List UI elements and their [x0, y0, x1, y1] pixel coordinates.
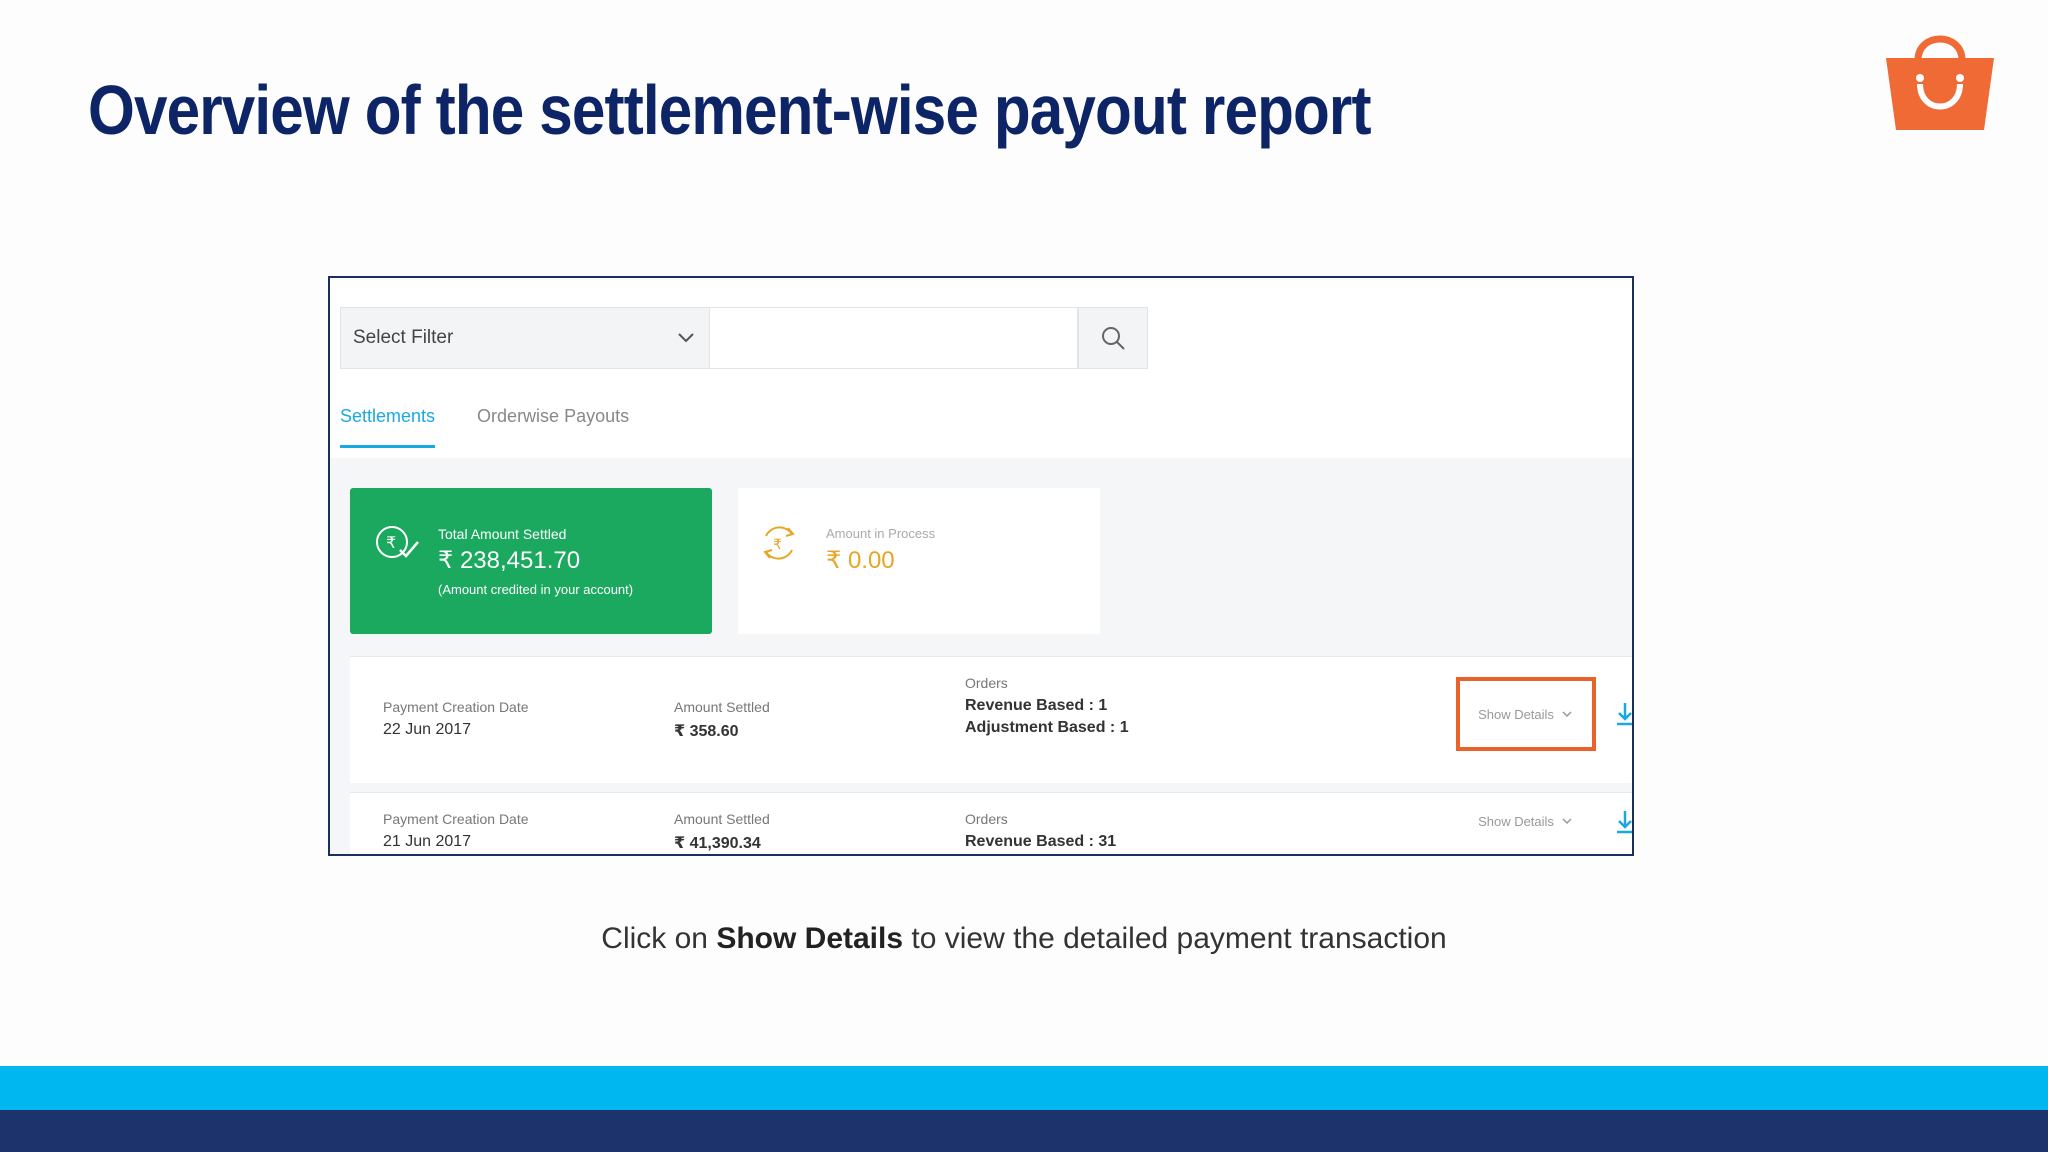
payment-date-label: Payment Creation Date — [383, 811, 529, 827]
select-filter-label: Select Filter — [353, 327, 454, 348]
amount-settled-label: Amount Settled — [674, 699, 770, 715]
payment-date-column: Payment Creation Date 21 Jun 2017 — [383, 811, 529, 851]
orders-column: Orders Revenue Based : 31 — [965, 811, 1116, 851]
orders-label: Orders — [965, 811, 1008, 827]
total-settled-label: Total Amount Settled — [438, 526, 567, 542]
amount-settled-value: ₹ 358.60 — [674, 723, 739, 740]
footer-band-dark — [0, 1110, 2048, 1152]
total-settled-note: (Amount credited in your account) — [438, 582, 634, 597]
total-settled-amount: ₹ 238,451.70 — [438, 547, 581, 574]
caption-prefix: Click on — [601, 922, 717, 955]
search-button[interactable] — [1078, 307, 1148, 369]
caption-suffix: to view the detailed payment transaction — [903, 922, 1447, 955]
orders-label: Orders — [965, 675, 1008, 691]
orders-revenue-based: Revenue Based : 1 — [965, 697, 1108, 714]
amount-settled-column: Amount Settled ₹ 358.60 — [674, 699, 770, 741]
chevron-down-icon — [1562, 818, 1572, 825]
show-details-label: Show Details — [1478, 706, 1554, 722]
show-details-label: Show Details — [1478, 813, 1554, 829]
payment-date-label: Payment Creation Date — [383, 699, 529, 715]
amount-in-process-label: Amount in Process — [826, 526, 936, 541]
show-details-button[interactable]: Show Details — [1456, 677, 1596, 751]
amount-settled-label: Amount Settled — [674, 811, 770, 827]
chevron-down-icon — [1562, 711, 1572, 718]
amount-in-process-card: ₹ Amount in Process ₹ 0.00 — [738, 488, 1100, 634]
slide-title: Overview of the settlement-wise payout r… — [88, 71, 1372, 149]
search-input[interactable] — [710, 307, 1078, 369]
payment-date-value: 22 Jun 2017 — [383, 721, 472, 738]
footer-band-light — [0, 1066, 2048, 1110]
amount-in-process-value: ₹ 0.00 — [826, 547, 895, 574]
download-icon[interactable] — [1614, 809, 1634, 835]
orders-revenue-based: Revenue Based : 31 — [965, 833, 1117, 850]
tab-settlements[interactable]: Settlements — [340, 406, 436, 448]
tab-orderwise-payouts[interactable]: Orderwise Payouts — [477, 406, 629, 448]
payment-date-value: 21 Jun 2017 — [383, 833, 472, 850]
screenshot-frame: Select Filter Settlements Orderwise Payo… — [328, 276, 1634, 856]
download-icon[interactable] — [1614, 701, 1634, 727]
amount-settled-value: ₹ 41,390.34 — [674, 835, 761, 852]
svg-text:₹: ₹ — [773, 537, 782, 553]
tab-bar: Settlements Orderwise Payouts — [340, 406, 629, 448]
select-filter-dropdown[interactable]: Select Filter — [340, 307, 710, 369]
rupee-refresh-icon: ₹ — [763, 526, 795, 560]
orders-adjustment-based: Adjustment Based : 1 — [965, 719, 1129, 736]
search-icon — [1102, 327, 1125, 350]
chevron-down-icon — [678, 333, 694, 343]
shopping-bag-icon — [1886, 35, 1994, 130]
payment-date-column: Payment Creation Date 22 Jun 2017 — [383, 699, 529, 739]
show-details-button[interactable]: Show Details — [1456, 793, 1596, 849]
svg-text:₹: ₹ — [386, 533, 396, 552]
settlement-row: Payment Creation Date 21 Jun 2017 Amount… — [350, 792, 1634, 854]
rupee-check-icon: ₹ — [376, 526, 419, 558]
total-settled-card: ₹ Total Amount Settled ₹ 238,451.70 (Amo… — [350, 488, 712, 634]
filter-bar: Select Filter — [340, 307, 1148, 369]
amount-settled-column: Amount Settled ₹ 41,390.34 — [674, 811, 770, 853]
settlement-row: Payment Creation Date 22 Jun 2017 Amount… — [350, 656, 1632, 783]
orders-column: Orders Revenue Based : 1 Adjustment Base… — [965, 675, 1129, 737]
settlements-panel: ₹ Total Amount Settled ₹ 238,451.70 (Amo… — [330, 458, 1634, 854]
caption-bold: Show Details — [716, 922, 904, 955]
slide-caption: Click on Show Details to view the detail… — [0, 922, 2048, 956]
